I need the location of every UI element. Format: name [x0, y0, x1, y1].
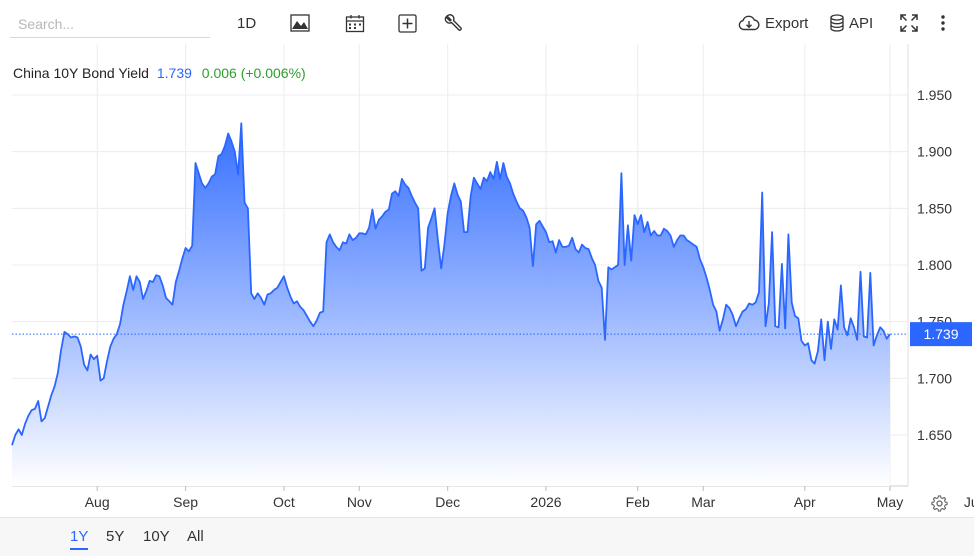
interval-label: 1D	[237, 14, 257, 32]
gear-icon[interactable]	[931, 495, 948, 512]
range-selector: 1Y 5Y 10Y All	[0, 517, 974, 556]
chart-toolbar: 1D Export	[0, 0, 974, 46]
y-tick-label: 1.700	[917, 370, 952, 386]
x-tick-label: Feb	[626, 494, 650, 510]
interval-button[interactable]: 1D	[237, 10, 256, 36]
change-value: 0.006 (+0.006%)	[201, 65, 306, 81]
cloud-download-icon	[738, 15, 760, 31]
x-tick-label: Apr	[794, 494, 816, 510]
instrument-name: China 10Y Bond Yield	[13, 65, 149, 81]
range-all-button[interactable]: All	[187, 528, 204, 545]
range-5y-button[interactable]: 5Y	[106, 528, 124, 545]
x-tick-label: Mar	[691, 494, 715, 510]
y-tick-label: 1.850	[917, 200, 952, 216]
y-tick-label: 1.800	[917, 257, 952, 273]
tools-button[interactable]	[444, 10, 463, 36]
api-label: API	[849, 14, 874, 32]
fullscreen-button[interactable]	[899, 10, 919, 36]
x-tick-label: Sep	[173, 494, 198, 510]
last-value-badge-label: 1.739	[923, 326, 958, 342]
search-input[interactable]	[10, 10, 210, 38]
vertical-dots-icon	[941, 15, 945, 31]
expand-icon	[900, 14, 918, 32]
add-indicator-button[interactable]	[398, 10, 417, 36]
x-tick-label: Dec	[435, 494, 460, 510]
y-tick-label: 1.900	[917, 144, 952, 160]
export-button[interactable]: Export	[738, 10, 808, 36]
chart-header: China 10Y Bond Yield 1.739 0.006 (+0.006…	[13, 65, 306, 81]
x-tick-label: May	[877, 494, 903, 510]
mountain-chart-icon	[290, 14, 310, 32]
x-tick-label: Jun	[964, 494, 974, 510]
series-area	[12, 123, 890, 487]
x-tick-label: 2026	[530, 494, 561, 510]
x-tick-label: Nov	[347, 494, 372, 510]
x-tick-label: Oct	[273, 494, 295, 510]
wrench-icon	[444, 13, 462, 31]
export-label: Export	[765, 14, 809, 32]
yield-chart[interactable]: 1.6501.7001.7501.8001.8501.9001.950Aug Se…	[0, 44, 974, 517]
plus-box-icon	[398, 13, 417, 33]
x-tick-label: Aug	[85, 494, 110, 510]
last-value: 1.739	[156, 65, 192, 81]
more-options-button[interactable]	[940, 10, 946, 36]
range-1y-button[interactable]: 1Y	[70, 528, 89, 550]
calendar-icon	[345, 14, 365, 32]
date-range-button[interactable]	[345, 10, 365, 36]
range-10y-button[interactable]: 10Y	[143, 528, 170, 545]
chart-area: 1.650 1.700 1.750 1.800 1.850 1.900 1.950 Aug Se…	[0, 44, 974, 517]
y-tick-label: 1.650	[917, 427, 952, 443]
api-button[interactable]: API	[830, 10, 873, 36]
database-icon	[830, 14, 844, 32]
chart-type-button[interactable]	[290, 10, 310, 36]
y-tick-label: 1.950	[917, 87, 952, 103]
